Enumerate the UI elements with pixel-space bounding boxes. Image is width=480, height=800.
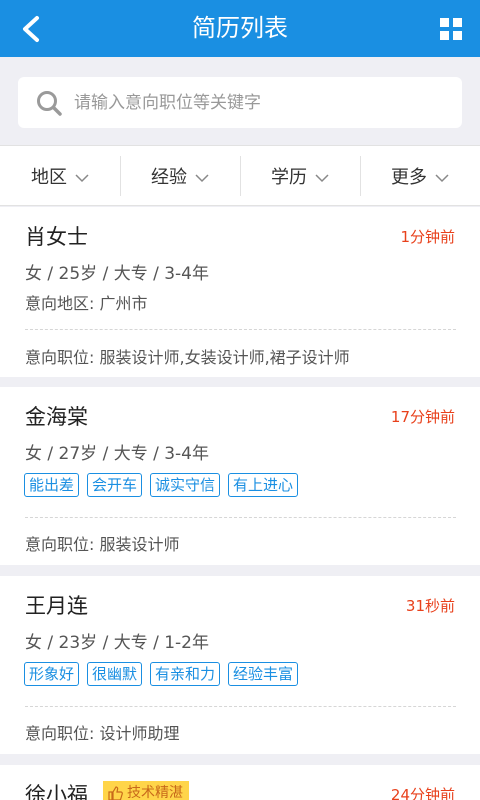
chevron-down-icon [75, 173, 89, 182]
tag-list: 能出差 会开车 诚实守信 有上进心 [24, 473, 306, 497]
divider [25, 517, 456, 518]
app-header: 简历列表 [0, 0, 480, 57]
filter-label: 经验 [151, 166, 187, 188]
filter-education[interactable]: 学历 [240, 146, 360, 205]
filter-label: 学历 [271, 166, 307, 188]
tag: 有亲和力 [150, 662, 221, 686]
candidate-name: 徐小福 [25, 783, 88, 800]
candidate-name: 金海棠 [25, 405, 88, 429]
tag: 很幽默 [87, 662, 143, 686]
filter-label: 地区 [31, 166, 67, 188]
candidate-name: 肖女士 [25, 225, 88, 249]
candidate-name: 王月连 [25, 594, 88, 618]
chevron-down-icon [315, 173, 329, 182]
tag: 会开车 [87, 473, 143, 497]
updated-time: 31秒前 [405, 597, 455, 615]
intended-position: 意向职位: 设计师助理 [25, 724, 180, 743]
tag: 经验丰富 [228, 662, 299, 686]
chevron-down-icon [195, 173, 209, 182]
tag: 形象好 [24, 662, 80, 686]
intended-position: 意向职位: 服装设计师 [25, 535, 180, 554]
tag: 有上进心 [228, 473, 299, 497]
candidate-info: 女 / 23岁 / 大专 / 1-2年 [25, 633, 210, 653]
candidate-info: 女 / 25岁 / 大专 / 3-4年 [25, 264, 210, 284]
search-icon [37, 91, 62, 116]
intended-region: 意向地区: 广州市 [25, 294, 148, 313]
filter-label: 更多 [391, 166, 427, 188]
filter-experience[interactable]: 经验 [120, 146, 240, 205]
filter-bar: 地区 经验 学历 更多 [0, 145, 480, 206]
intended-position: 意向职位: 服装设计师,女装设计师,裙子设计师 [25, 348, 350, 367]
skill-badge: 技术精湛 [103, 781, 189, 800]
tag-list: 形象好 很幽默 有亲和力 经验丰富 [24, 662, 306, 686]
search-box[interactable] [18, 77, 462, 128]
resume-card[interactable]: 金海棠 17分钟前 女 / 27岁 / 大专 / 3-4年 能出差 会开车 诚实… [0, 387, 480, 565]
updated-time: 1分钟前 [400, 228, 455, 246]
grid-menu-button[interactable] [436, 14, 466, 44]
grid-icon [440, 18, 462, 40]
tag: 诚实守信 [150, 473, 221, 497]
divider [25, 706, 456, 707]
page-title: 简历列表 [192, 14, 288, 42]
filter-more[interactable]: 更多 [360, 146, 480, 205]
updated-time: 24分钟前 [390, 786, 455, 800]
resume-card[interactable]: 肖女士 1分钟前 女 / 25岁 / 大专 / 3-4年 意向地区: 广州市 意… [0, 207, 480, 377]
badge-label: 技术精湛 [127, 785, 183, 800]
candidate-info: 女 / 27岁 / 大专 / 3-4年 [25, 444, 210, 464]
tag: 能出差 [24, 473, 80, 497]
search-input[interactable] [74, 77, 444, 128]
filter-region[interactable]: 地区 [0, 146, 120, 205]
chevron-down-icon [435, 173, 449, 182]
updated-time: 17分钟前 [390, 408, 455, 426]
search-area [0, 57, 480, 145]
resume-card[interactable]: 徐小福 技术精湛 24分钟前 [0, 765, 480, 800]
divider [25, 329, 456, 330]
thumbs-up-icon [108, 786, 123, 800]
resume-card[interactable]: 王月连 31秒前 女 / 23岁 / 大专 / 1-2年 形象好 很幽默 有亲和… [0, 576, 480, 754]
